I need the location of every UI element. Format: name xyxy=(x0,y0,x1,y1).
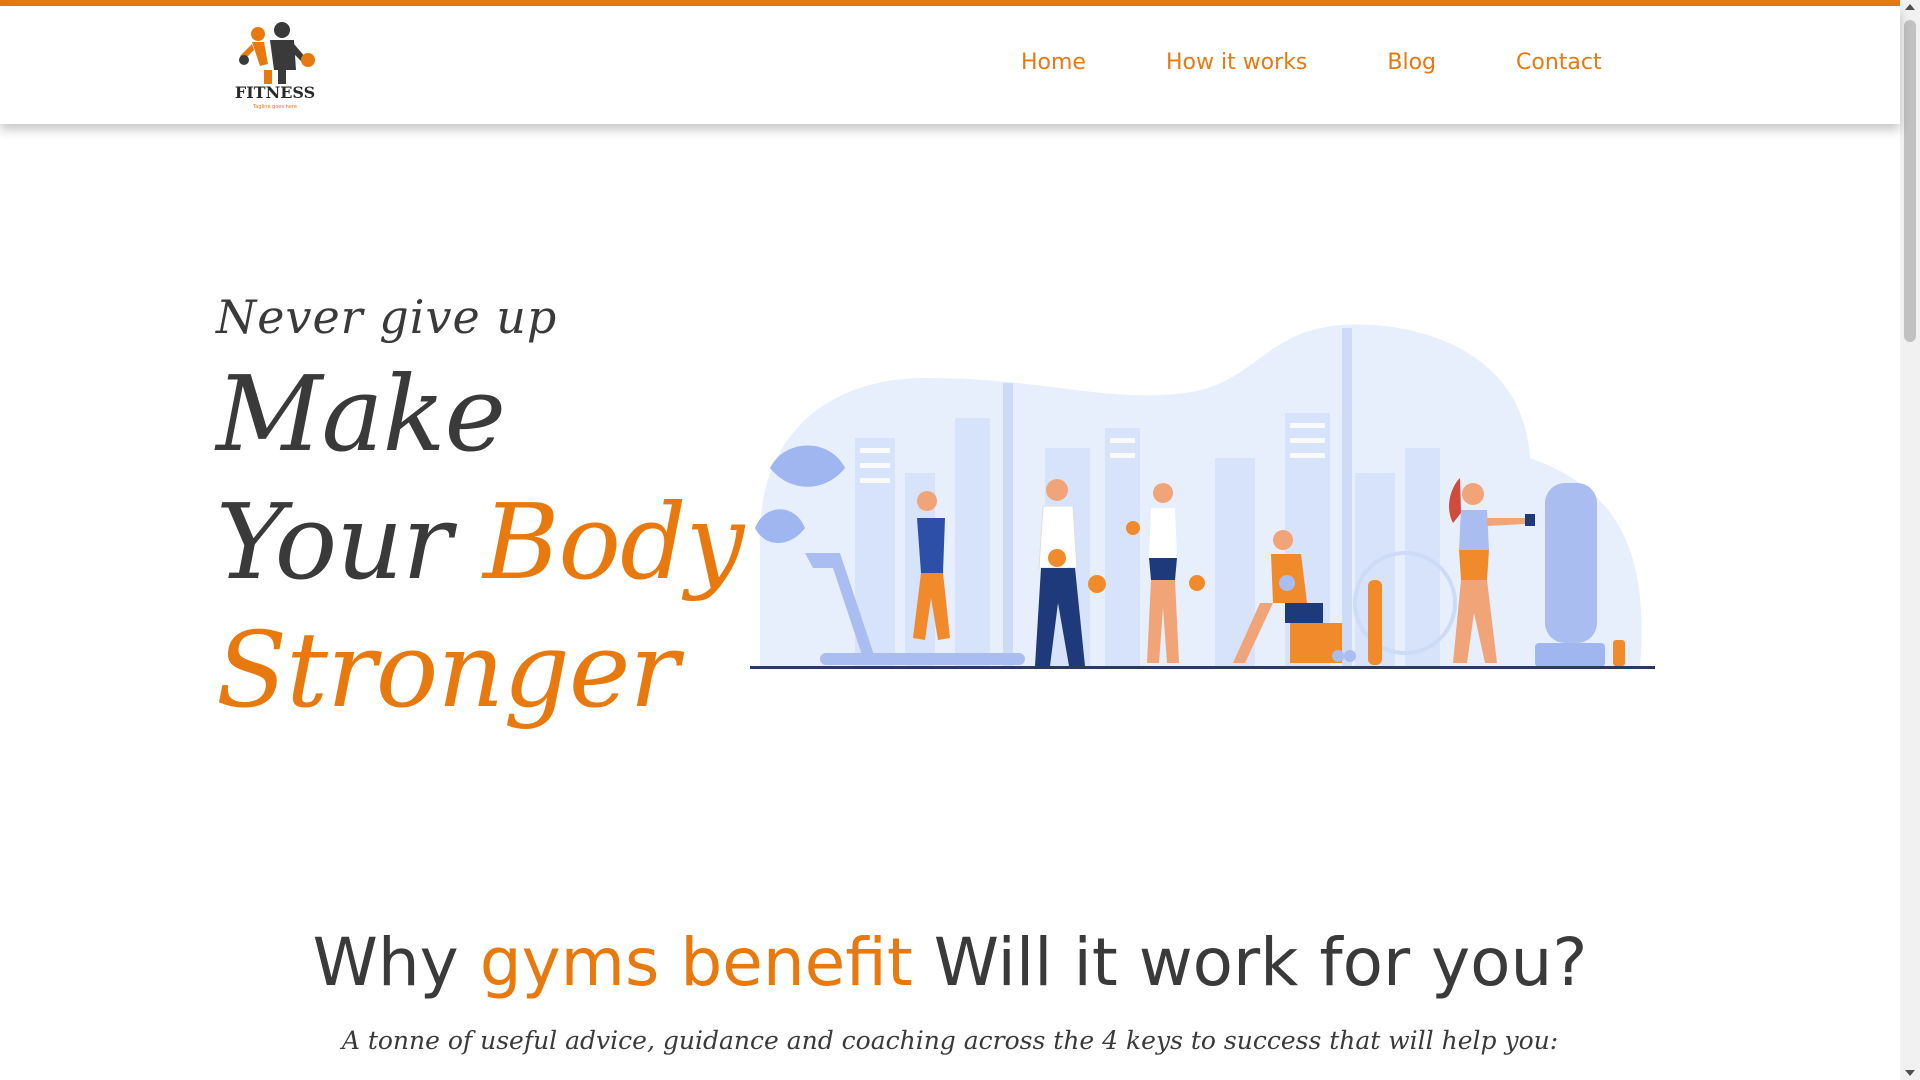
hero-title: Make Your Body Stronger xyxy=(216,350,744,734)
scroll-thumb[interactable] xyxy=(1904,20,1916,342)
benefits-title-plain-2: Will it work for you? xyxy=(912,924,1588,1001)
nav-blog-link[interactable]: Blog xyxy=(1387,50,1436,75)
benefits-title: Why gyms benefit Will it work for you? xyxy=(0,924,1900,1001)
navbar: FITNESS Tagline goes here Home How it wo… xyxy=(0,6,1900,124)
scroll-down-arrow-icon[interactable] xyxy=(1905,1070,1915,1076)
nav-contact-link[interactable]: Contact xyxy=(1516,50,1602,75)
main-nav: Home How it works Blog Contact xyxy=(1021,50,1602,75)
nav-how-it-works-link[interactable]: How it works xyxy=(1166,50,1307,75)
brand-logo[interactable]: FITNESS Tagline goes here xyxy=(230,14,320,114)
svg-text:FITNESS: FITNESS xyxy=(235,83,315,102)
gym-illustration xyxy=(745,318,1660,683)
hero-title-line1: Make xyxy=(216,353,506,475)
hero-title-line3: Stronger xyxy=(216,609,679,731)
svg-text:Tagline goes here: Tagline goes here xyxy=(252,104,297,110)
benefits-title-accent: gyms benefit xyxy=(479,924,913,1001)
page-scrollbar[interactable] xyxy=(1900,0,1920,1080)
logo-icon: FITNESS Tagline goes here xyxy=(235,22,315,110)
hero-title-line2-plain: Your xyxy=(216,481,483,603)
benefits-title-plain-1: Why xyxy=(312,924,480,1001)
scroll-up-arrow-icon[interactable] xyxy=(1905,4,1915,10)
nav-home-link[interactable]: Home xyxy=(1021,50,1086,75)
hero-title-line2-accent: Body xyxy=(482,481,744,603)
hero-tagline: Never give up xyxy=(216,290,558,344)
benefits-subtitle: A tonne of useful advice, guidance and c… xyxy=(341,1026,1559,1055)
